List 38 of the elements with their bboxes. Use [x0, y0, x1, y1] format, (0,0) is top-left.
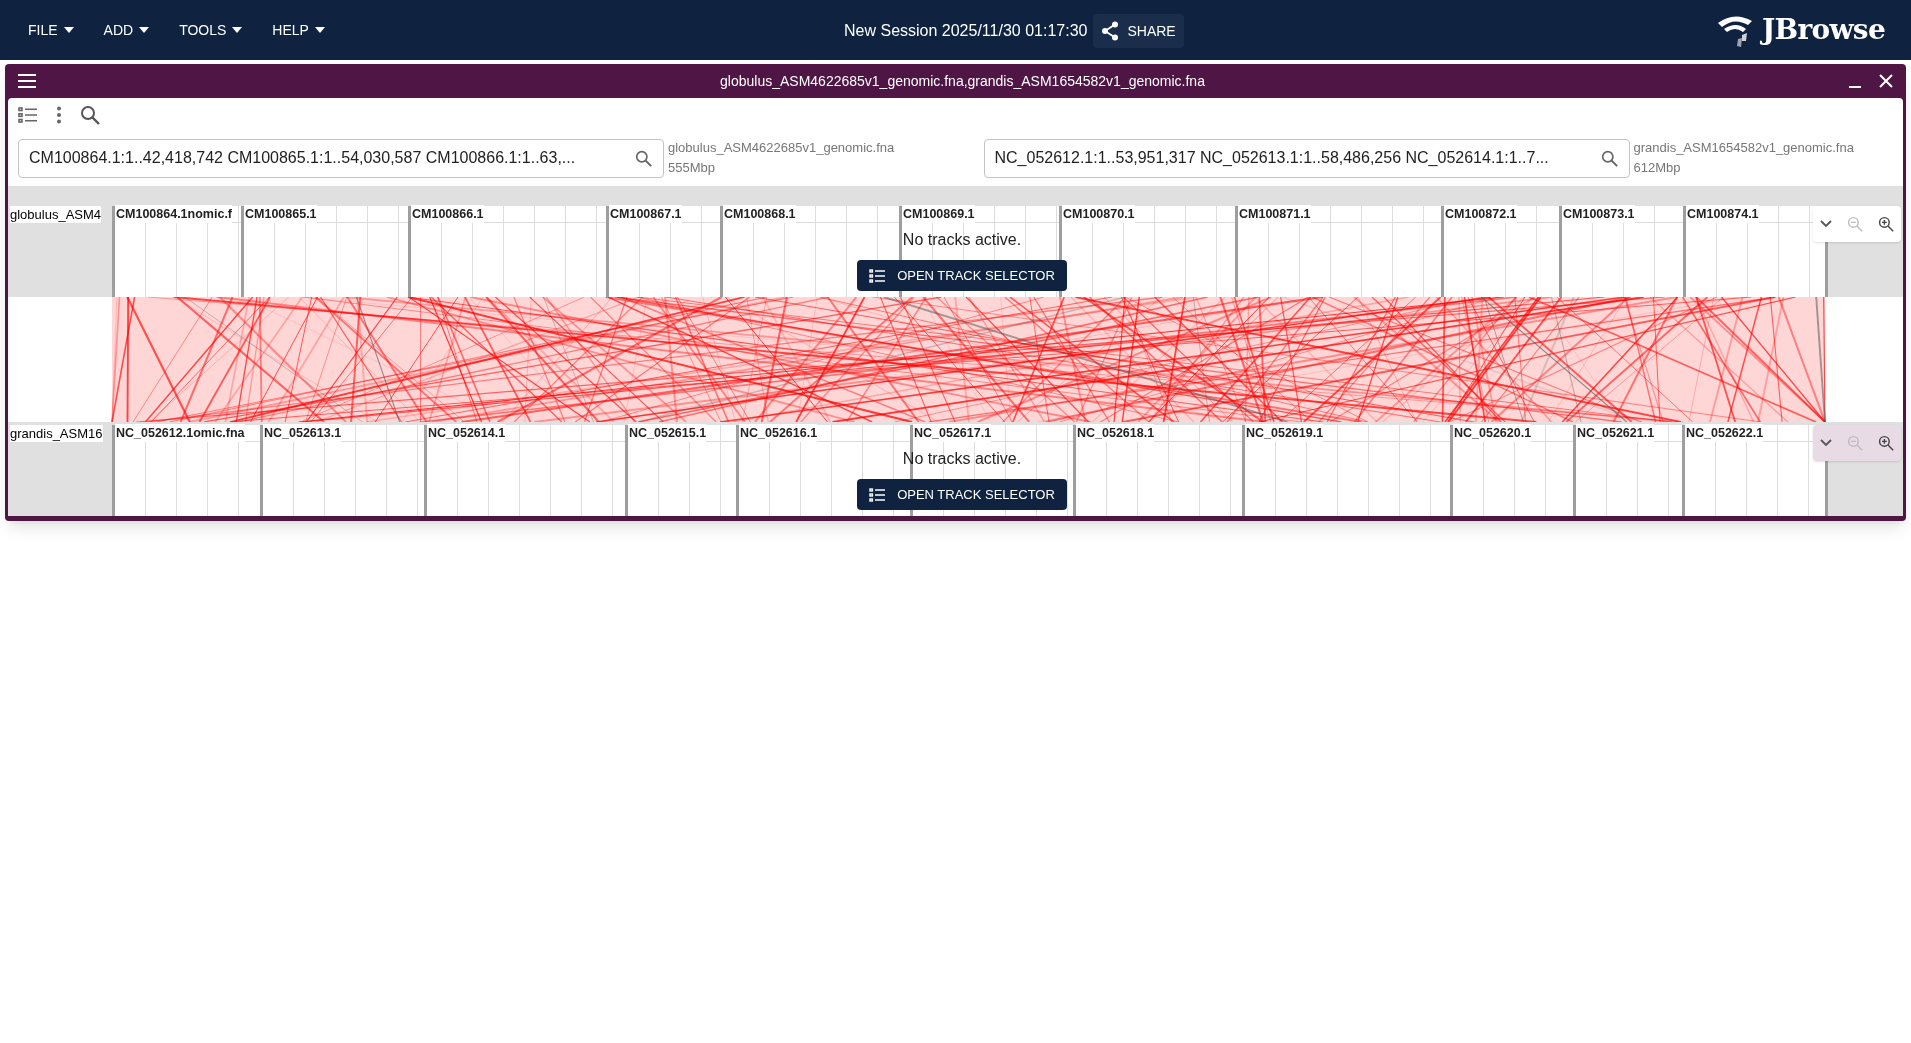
search-icon[interactable]: [1600, 149, 1618, 167]
list-icon: [869, 487, 886, 502]
search-icon[interactable]: [80, 105, 100, 125]
menu-icon[interactable]: [18, 74, 36, 88]
caret-icon: [63, 27, 74, 33]
empty-message: No tracks active.: [902, 449, 1022, 469]
location-field[interactable]: NC_052612.1:1..53,951,317 NC_052613.1:1..58,486,256 NC_052614.1:1..7...: [983, 138, 1630, 178]
menu-button[interactable]: FILE: [16, 13, 86, 47]
zoom-in-icon[interactable]: [1877, 435, 1894, 451]
assembly-size: 555Mbp: [668, 159, 716, 177]
assembly-name: globulus_ASM4622685v1_genomic.fna: [668, 139, 895, 157]
zoom-in-icon[interactable]: [1877, 216, 1894, 232]
assembly-label: grandis_ASM16: [10, 425, 103, 442]
empty-message: No tracks active.: [902, 230, 1022, 250]
close-icon[interactable]: [1879, 74, 1893, 88]
track-selector-button[interactable]: OPEN TRACK SELECTOR: [857, 260, 1067, 291]
caret-icon: [139, 27, 150, 33]
view-title: globulus_ASM4622685v1_genomic.fna,grandis_ASM1654582v1_genomic.fna: [720, 71, 1205, 91]
assembly-label: globulus_ASM4: [10, 206, 102, 223]
search-icon[interactable]: [635, 149, 652, 167]
more-options-icon[interactable]: [56, 106, 62, 124]
chevron-down-icon[interactable]: [1820, 220, 1833, 228]
assembly-size: 612Mbp: [1633, 159, 1682, 177]
list-icon[interactable]: [18, 107, 38, 123]
menu-button[interactable]: HELP: [260, 13, 337, 47]
menu-button[interactable]: ADD: [91, 13, 162, 47]
caret-icon: [232, 27, 243, 33]
location-field[interactable]: CM100864.1:1..42,418,742 CM100865.1:1..54,030,587 CM100866.1:1..63,...: [18, 138, 664, 178]
share-button[interactable]: SHARE: [1093, 14, 1184, 48]
track-selector-button[interactable]: OPEN TRACK SELECTOR: [857, 479, 1067, 510]
caret-icon: [314, 27, 325, 33]
share-icon: [1101, 21, 1120, 41]
assembly-name: grandis_ASM1654582v1_genomic.fna: [1633, 139, 1854, 157]
menu-button[interactable]: TOOLS: [167, 13, 255, 47]
chevron-down-icon[interactable]: [1820, 439, 1833, 447]
logo-text: JBrowse: [1761, 12, 1885, 48]
list-icon: [869, 268, 886, 283]
session-title: New Session 2025/11/30 01:17:30: [844, 21, 1088, 41]
